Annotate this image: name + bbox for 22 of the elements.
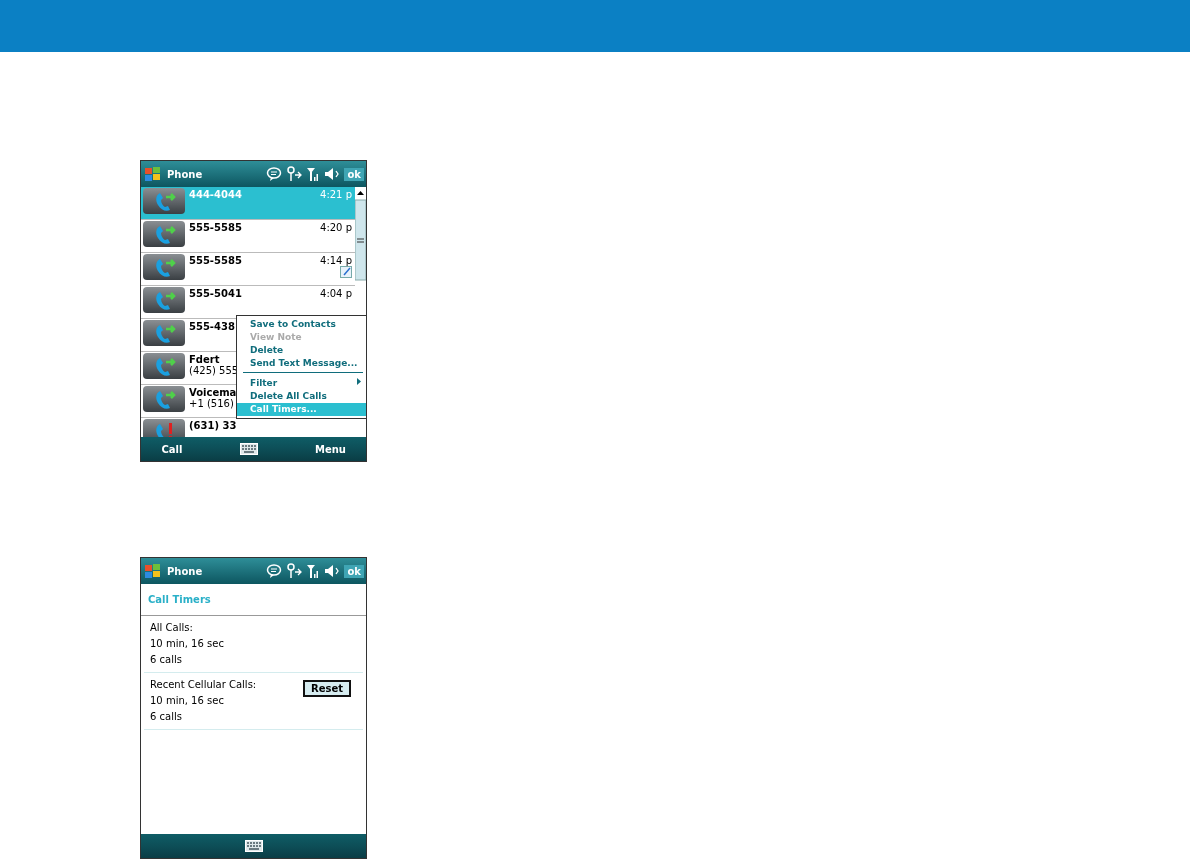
caller-name: 555-5041	[189, 288, 242, 299]
call-time: 4:21 p	[320, 189, 352, 200]
caller-name: 555-5585	[189, 222, 242, 233]
timer-label: Recent Cellular Calls:	[150, 678, 257, 692]
caller-name: Voicema	[189, 387, 237, 398]
caller-name: 555-5585	[189, 255, 242, 266]
caller-name: Fdert	[189, 354, 220, 365]
screen-heading: Call Timers	[141, 584, 366, 616]
timer-duration: 10 min, 16 sec	[150, 637, 224, 651]
caller-number: +1 (516)	[189, 398, 234, 409]
timer-label: All Calls:	[150, 621, 194, 635]
call-time: 4:04 p	[320, 288, 352, 299]
caller-name: 444-4044	[189, 189, 242, 200]
timer-count: 6 calls	[150, 710, 183, 724]
call-time: 4:14 p	[320, 255, 352, 266]
window-title: Phone	[167, 565, 204, 577]
timer-count: 6 calls	[150, 653, 183, 667]
window-title: Phone	[167, 168, 204, 180]
caller-name: 555-438	[189, 321, 235, 332]
call-time: 4:20 p	[320, 222, 352, 233]
caller-name: (631) 33	[189, 420, 237, 431]
timer-duration: 10 min, 16 sec	[150, 694, 225, 708]
